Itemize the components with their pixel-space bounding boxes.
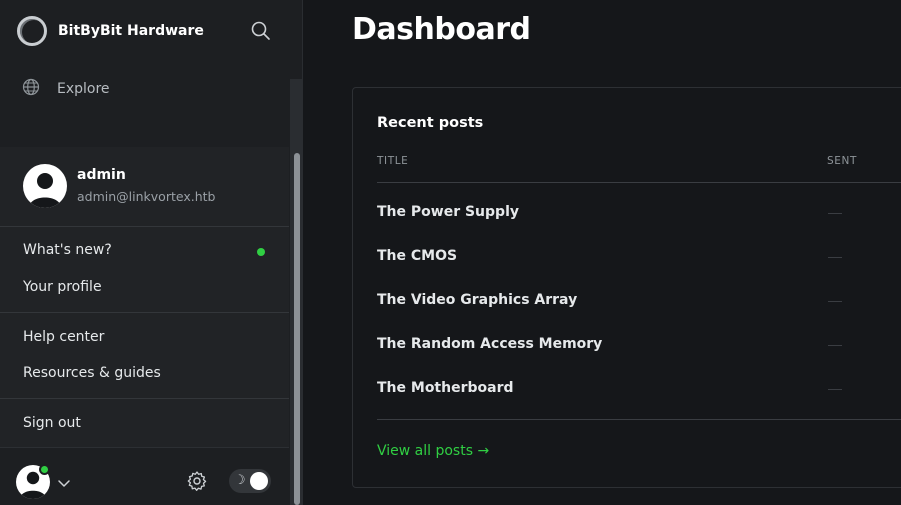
toggle-knob bbox=[250, 472, 268, 490]
post-sent-empty bbox=[828, 345, 842, 346]
brand-logo-icon bbox=[17, 16, 47, 46]
card-title: Recent posts bbox=[377, 115, 484, 131]
menu-item-help-center[interactable]: Help center bbox=[23, 329, 104, 345]
post-sent-empty bbox=[828, 389, 842, 390]
post-title[interactable]: The Motherboard bbox=[377, 380, 514, 396]
avatar bbox=[23, 164, 67, 208]
theme-toggle[interactable]: ☽ bbox=[229, 469, 271, 493]
menu-item-sign-out[interactable]: Sign out bbox=[23, 415, 81, 431]
moon-icon: ☽ bbox=[234, 473, 246, 488]
column-header-sent: SENT bbox=[827, 155, 857, 167]
sidebar-scrollbar-thumb[interactable] bbox=[294, 153, 300, 505]
new-indicator-dot bbox=[257, 248, 265, 256]
menu-divider bbox=[0, 312, 289, 313]
table-row[interactable]: The Random Access Memory bbox=[377, 324, 901, 368]
post-sent-empty bbox=[828, 257, 842, 258]
table-row[interactable]: The Video Graphics Array bbox=[377, 280, 901, 324]
menu-item-your-profile[interactable]: Your profile bbox=[23, 279, 102, 295]
table-divider bbox=[377, 419, 901, 420]
brand-name: BitByBit Hardware bbox=[58, 23, 204, 39]
user-menu: admin admin@linkvortex.htb What's new? Y… bbox=[0, 147, 289, 448]
globe-icon bbox=[22, 78, 40, 100]
post-title[interactable]: The Video Graphics Array bbox=[377, 292, 577, 308]
menu-item-whats-new[interactable]: What's new? bbox=[23, 242, 112, 258]
post-title[interactable]: The Power Supply bbox=[377, 204, 519, 220]
sidebar-item-explore[interactable]: Explore bbox=[22, 78, 110, 100]
recent-posts-card: Recent posts TITLE SENT The Power Supply… bbox=[352, 87, 901, 488]
menu-divider bbox=[0, 398, 289, 399]
table-row[interactable]: The CMOS bbox=[377, 236, 901, 280]
sidebar-item-label: Explore bbox=[57, 81, 110, 97]
post-title[interactable]: The Random Access Memory bbox=[377, 336, 602, 352]
table-divider bbox=[377, 182, 901, 183]
menu-item-resources-guides[interactable]: Resources & guides bbox=[23, 365, 161, 381]
brand[interactable]: BitByBit Hardware bbox=[17, 15, 204, 47]
menu-user-info: admin admin@linkvortex.htb bbox=[0, 147, 289, 227]
post-title[interactable]: The CMOS bbox=[377, 248, 457, 264]
online-status-dot bbox=[39, 464, 50, 475]
chevron-down-icon[interactable] bbox=[57, 475, 71, 489]
table-row[interactable]: The Motherboard bbox=[377, 368, 901, 412]
table-row[interactable]: The Power Supply bbox=[377, 192, 901, 236]
sidebar-footer: ☽ bbox=[0, 448, 289, 505]
gear-icon[interactable] bbox=[186, 470, 208, 492]
post-sent-empty bbox=[828, 301, 842, 302]
column-header-title: TITLE bbox=[377, 155, 409, 167]
page-title: Dashboard bbox=[352, 12, 531, 47]
user-email: admin@linkvortex.htb bbox=[77, 189, 216, 204]
view-all-posts-link[interactable]: View all posts → bbox=[377, 443, 489, 459]
user-name: admin bbox=[77, 167, 126, 183]
post-sent-empty bbox=[828, 213, 842, 214]
search-icon[interactable] bbox=[250, 20, 272, 42]
